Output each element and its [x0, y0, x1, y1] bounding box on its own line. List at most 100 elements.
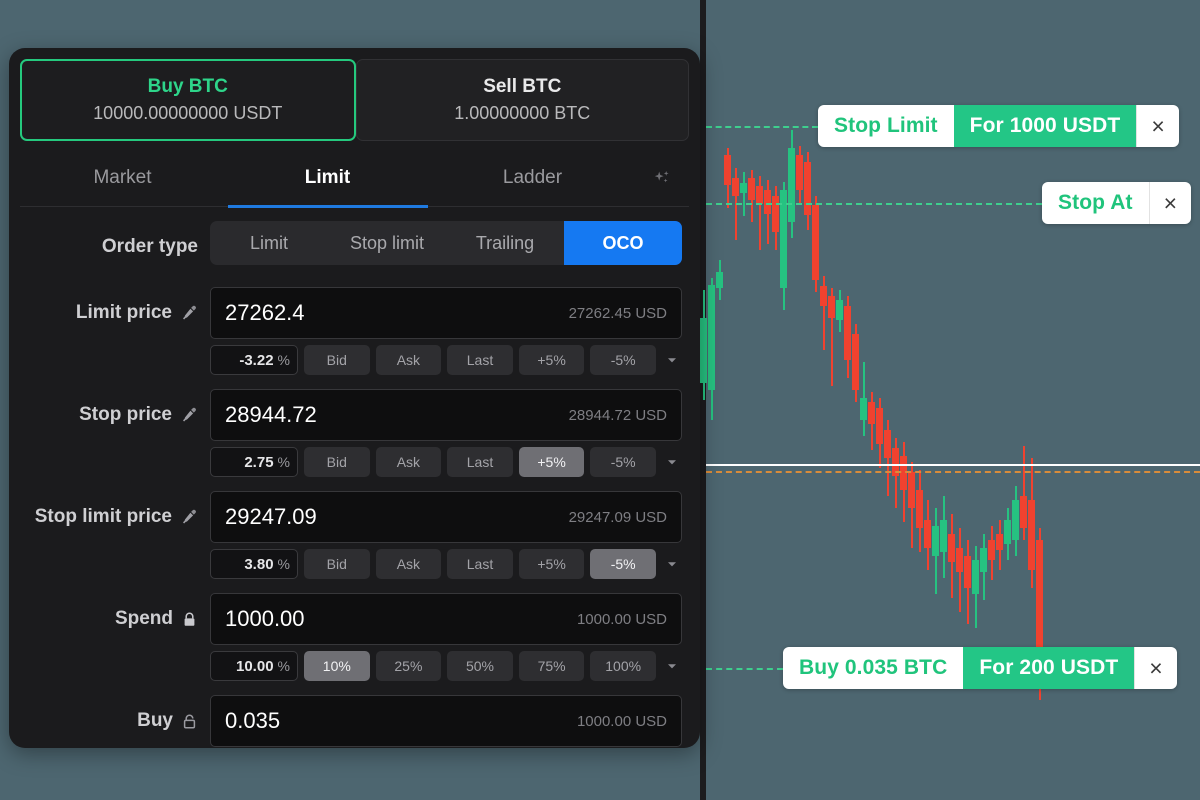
buy-order-badge-amount[interactable]: For 200 USDT: [963, 647, 1135, 689]
spend-percent-input[interactable]: 10.00%: [210, 651, 298, 681]
side-tab-buy-title: Buy BTC: [147, 76, 228, 97]
spend-hint: 1000.00 USD: [576, 610, 667, 628]
candle-body: [1004, 520, 1011, 544]
candle-body: [708, 285, 715, 390]
candle-body: [844, 306, 851, 360]
candle-body: [980, 548, 987, 572]
limit-price-fields: 27262.4 27262.45 USD -3.22% Bid Ask Last +5% -5…: [210, 287, 689, 375]
candlestick: [756, 176, 763, 250]
stop-limit-badge-close-icon[interactable]: ×: [1136, 105, 1179, 147]
lock-open-icon[interactable]: [181, 713, 198, 730]
side-tab-sell[interactable]: Sell BTC 1.00000000 BTC: [355, 59, 689, 141]
stop-price-quick-minus5[interactable]: -5%: [590, 447, 656, 477]
spend-quick-25[interactable]: 25%: [375, 651, 442, 681]
limit-price-percent-input[interactable]: -3.22%: [210, 345, 298, 375]
limit-price-hint: 27262.45 USD: [568, 304, 667, 322]
candle-body: [1020, 496, 1027, 528]
eyedropper-icon[interactable]: [180, 508, 198, 526]
limit-price-chevron-down-icon[interactable]: [662, 345, 682, 375]
limit-price-percent-value: -3.22: [239, 351, 274, 369]
candlestick: [972, 546, 979, 628]
spend-chevron-down-icon[interactable]: [662, 651, 682, 681]
lock-closed-icon[interactable]: [181, 611, 198, 628]
candle-body: [796, 155, 803, 190]
eyedropper-icon[interactable]: [180, 406, 198, 424]
candle-body: [724, 155, 731, 185]
stop-limit-price-chevron-down-icon[interactable]: [662, 549, 682, 579]
stop-limit-price-quick-ask[interactable]: Ask: [375, 549, 442, 579]
spend-input[interactable]: 1000.00 1000.00 USD: [210, 593, 682, 645]
stop-price-quick-ask[interactable]: Ask: [375, 447, 442, 477]
limit-price-quick-last[interactable]: Last: [447, 345, 513, 375]
spend-percent-suffix: %: [277, 658, 290, 674]
stop-limit-price-quick-minus5[interactable]: -5%: [590, 549, 656, 579]
candle-body: [884, 430, 891, 458]
stop-price-percent-input[interactable]: 2.75%: [210, 447, 298, 477]
side-tab-sell-balance: 1.00000000 BTC: [454, 103, 591, 123]
buy-order-badge-leader-line: [706, 668, 783, 670]
stop-limit-badge-label[interactable]: Stop Limit: [818, 105, 954, 147]
stop-limit-price-input[interactable]: 29247.09 29247.09 USD: [210, 491, 682, 543]
order-type-option-limit[interactable]: Limit: [210, 221, 328, 265]
order-type-option-oco[interactable]: OCO: [564, 221, 682, 265]
candle-body: [996, 534, 1003, 550]
candlestick: [844, 296, 851, 378]
spend-quick-50[interactable]: 50%: [447, 651, 513, 681]
stop-at-badge[interactable]: Stop At ×: [1042, 182, 1192, 224]
stop-limit-badge-amount[interactable]: For 1000 USDT: [953, 105, 1137, 147]
stop-limit-badge[interactable]: Stop Limit For 1000 USDT ×: [818, 105, 1179, 147]
stop-limit-price-quick-last[interactable]: Last: [447, 549, 513, 579]
order-type-row: Order type Limit Stop limit Trailing OCO: [20, 221, 689, 273]
stop-price-input[interactable]: 28944.72 28944.72 USD: [210, 389, 682, 441]
stop-limit-price-quick-bid[interactable]: Bid: [304, 549, 370, 579]
order-type-option-stop-limit[interactable]: Stop limit: [328, 221, 446, 265]
candlestick: [852, 324, 859, 402]
limit-price-input[interactable]: 27262.4 27262.45 USD: [210, 287, 682, 339]
buy-order-badge[interactable]: Buy 0.035 BTC For 200 USDT ×: [783, 647, 1177, 689]
limit-price-quick-bid[interactable]: Bid: [304, 345, 370, 375]
row-spend: Spend 1000.00 1000.00 USD 10.00% 10% 25% 50% 75…: [20, 593, 689, 681]
stop-price-quick-bid[interactable]: Bid: [304, 447, 370, 477]
candle-body: [700, 318, 707, 383]
candlestick: [892, 438, 899, 508]
candlestick: [820, 276, 827, 350]
candle-body: [1012, 500, 1019, 540]
stop-limit-price-quick-row: 3.80% Bid Ask Last +5% -5%: [210, 549, 682, 579]
tab-ladder[interactable]: Ladder: [430, 149, 635, 207]
candlestick: [996, 520, 1003, 570]
order-type-segmented-control[interactable]: Limit Stop limit Trailing OCO: [210, 221, 682, 265]
stop-at-badge-label[interactable]: Stop At: [1042, 182, 1149, 224]
stop-limit-price-hint: 29247.09 USD: [568, 508, 667, 526]
buy-order-badge-close-icon[interactable]: ×: [1134, 647, 1177, 689]
buy-input[interactable]: 0.035 1000.00 USD: [210, 695, 682, 747]
limit-price-quick-5[interactable]: +5%: [518, 345, 585, 375]
candle-body: [820, 286, 827, 306]
tab-market[interactable]: Market: [20, 149, 225, 207]
stop-price-chevron-down-icon[interactable]: [662, 447, 682, 477]
buy-label: Buy: [20, 695, 210, 747]
order-entry-panel: Buy BTC 10000.00000000 USDT Sell BTC 1.0…: [9, 48, 700, 748]
stop-limit-price-quick-5[interactable]: +5%: [518, 549, 585, 579]
eyedropper-icon[interactable]: [180, 304, 198, 322]
stop-price-quick-last[interactable]: Last: [447, 447, 513, 477]
tab-limit[interactable]: Limit: [225, 149, 430, 207]
spend-quick-10[interactable]: 10%: [304, 651, 370, 681]
candlestick: [828, 288, 835, 386]
stop-at-badge-close-icon[interactable]: ×: [1148, 182, 1192, 224]
candle-body: [860, 398, 867, 420]
buy-order-badge-label[interactable]: Buy 0.035 BTC: [783, 647, 964, 689]
candlestick: [772, 186, 779, 250]
side-tab-buy[interactable]: Buy BTC 10000.00000000 USDT: [20, 59, 356, 141]
order-type-option-trailing[interactable]: Trailing: [446, 221, 564, 265]
stop-price-quick-5[interactable]: +5%: [518, 447, 585, 477]
spend-quick-75[interactable]: 75%: [518, 651, 585, 681]
stop-limit-price-percent-input[interactable]: 3.80%: [210, 549, 298, 579]
sparkles-icon[interactable]: [635, 149, 689, 207]
candlestick: [956, 528, 963, 612]
limit-price-quick-ask[interactable]: Ask: [375, 345, 442, 375]
limit-price-quick-minus5[interactable]: -5%: [590, 345, 656, 375]
stop-price-percent-suffix: %: [277, 454, 290, 470]
spend-quick-100[interactable]: 100%: [590, 651, 656, 681]
candlestick: [940, 496, 947, 578]
candle-body: [788, 148, 795, 222]
